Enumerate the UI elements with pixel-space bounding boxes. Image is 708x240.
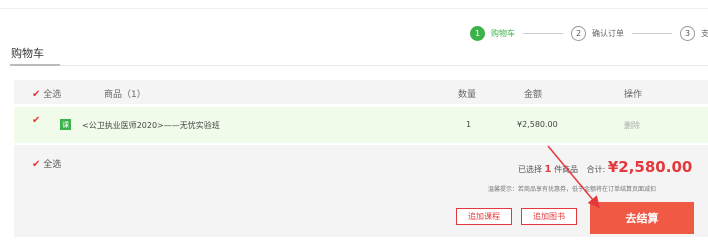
discount-tip: 温馨提示：若商品享有优惠券，低于金额将在订单结算页面减扣 <box>488 186 657 193</box>
cart-table-header: ✔ 全选 商品（1） 数量 金额 操作 <box>14 80 708 104</box>
selected-count: 1 <box>544 164 552 175</box>
item-checkbox[interactable]: ✔ <box>32 115 40 126</box>
step-connector <box>632 32 672 34</box>
select-all-checkbox[interactable]: ✔ 全选 <box>32 87 61 100</box>
title-underline <box>10 64 708 66</box>
step-confirm-order: 2 确认订单 <box>571 25 624 41</box>
selected-summary: 已选择 1 件商品 合计: ¥2,580.00 <box>518 158 692 176</box>
column-amount: 金额 <box>524 90 543 100</box>
selected-suffix: 件商品 <box>554 165 579 174</box>
step-payment: 3 支付 <box>680 25 708 41</box>
step-label: 支付 <box>701 28 708 38</box>
select-all-label: 全选 <box>43 90 62 100</box>
step-number: 3 <box>680 25 695 41</box>
step-number: 1 <box>470 25 485 41</box>
step-label: 购物车 <box>491 28 515 38</box>
delete-link[interactable]: 删除 <box>624 120 640 131</box>
total-label: 合计: <box>586 165 606 174</box>
checkout-steps: 1 购物车 2 确认订单 3 支付 <box>470 24 708 42</box>
checkout-button[interactable]: 去结算 <box>590 202 694 234</box>
check-icon: ✔ <box>32 159 41 170</box>
step-label: 确认订单 <box>592 28 624 38</box>
course-badge: 课 <box>60 119 71 130</box>
step-number: 2 <box>571 25 586 41</box>
cart-page: 1 购物车 2 确认订单 3 支付 购物车 ✔ 全选 商品（1） 数量 金额 操… <box>0 0 708 237</box>
check-icon: ✔ <box>32 89 41 100</box>
step-cart: 1 购物车 <box>470 25 515 41</box>
cart-item-row: ✔ 课 <公卫执业医师2020>——无忧实验班 1 ¥2,580.00 删除 <box>14 107 708 143</box>
footer-select-all[interactable]: ✔ 全选 <box>32 157 61 170</box>
item-name[interactable]: <公卫执业医师2020>——无忧实验班 <box>82 120 220 131</box>
add-book-button[interactable]: 追加图书 <box>521 208 577 225</box>
item-amount: ¥2,580.00 <box>517 120 558 129</box>
add-course-button[interactable]: 追加课程 <box>456 208 512 225</box>
title-accent <box>10 64 60 66</box>
select-all-label: 全选 <box>43 160 62 170</box>
cart-footer: ✔ 全选 已选择 1 件商品 合计: ¥2,580.00 温馨提示：若商品享有优… <box>14 145 708 237</box>
total-amount: ¥2,580.00 <box>607 158 693 176</box>
column-product: 商品（1） <box>104 90 146 100</box>
column-action: 操作 <box>624 90 643 100</box>
page-title: 购物车 <box>11 47 44 60</box>
top-divider <box>0 8 708 9</box>
column-quantity: 数量 <box>458 90 477 100</box>
selected-prefix: 已选择 <box>518 165 542 174</box>
step-connector <box>523 32 563 34</box>
item-quantity: 1 <box>466 120 472 129</box>
